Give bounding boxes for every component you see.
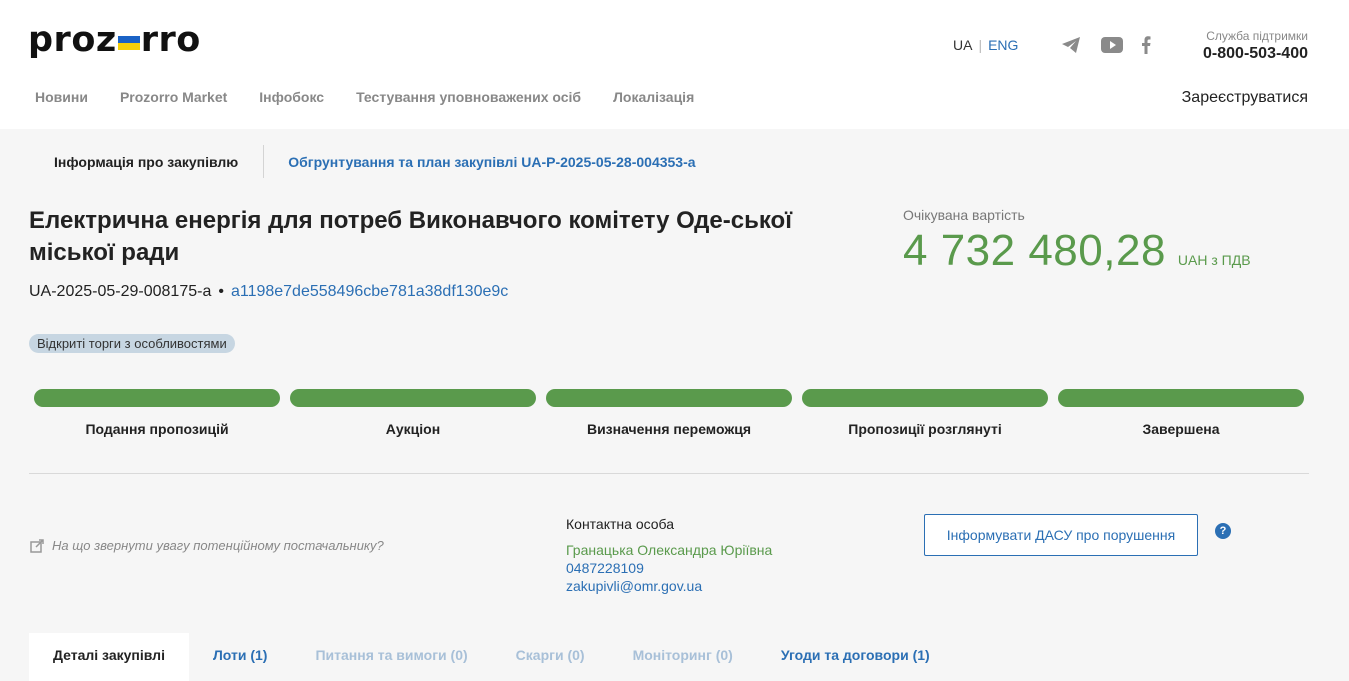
section-divider [29, 473, 1309, 474]
inform-dasu-button[interactable]: Інформувати ДАСУ про порушення [924, 514, 1198, 556]
facebook-icon[interactable] [1141, 34, 1151, 56]
support-block: Служба підтримки 0-800-503-400 [1203, 29, 1308, 63]
ukraine-flag-icon [117, 36, 140, 50]
nav-item-testing[interactable]: Тестування уповноважених осіб [356, 89, 581, 105]
supplier-hint-text: На що звернути увагу потенційному постач… [52, 538, 384, 553]
tender-detail-tabs: Деталі закупівлі Лоти (1) Питання та вим… [29, 633, 954, 681]
tab-complaints[interactable]: Скарги (0) [492, 633, 609, 681]
site-header: proz rro UA | ENG Служба підтримки 0-800… [0, 0, 1349, 129]
step-label: Пропозиції розглянуті [848, 421, 1002, 437]
youtube-icon[interactable] [1101, 34, 1123, 56]
step-auction: Аукціон [290, 389, 536, 437]
step-label: Аукціон [385, 421, 441, 437]
tab-questions[interactable]: Питання та вимоги (0) [291, 633, 491, 681]
logo-text-right: rro [140, 20, 201, 60]
step-label: Визначення переможця [586, 421, 752, 437]
step-bar [290, 389, 536, 407]
nav-item-news[interactable]: Новини [35, 89, 88, 105]
lang-separator: | [978, 37, 983, 53]
tab-contracts[interactable]: Угоди та договори (1) [757, 633, 954, 681]
support-phone[interactable]: 0-800-503-400 [1203, 45, 1308, 63]
expected-unit: UAH з ПДВ [1177, 252, 1251, 268]
nav-item-market[interactable]: Prozorro Market [120, 89, 227, 105]
step-bar [34, 389, 280, 407]
procedure-badge: Відкриті торги з особливостями [29, 334, 235, 353]
tab-details[interactable]: Деталі закупівлі [29, 633, 189, 681]
lang-eng[interactable]: ENG [988, 37, 1018, 53]
supplier-hint-link[interactable]: На що звернути увагу потенційному постач… [30, 538, 384, 553]
tab-monitoring[interactable]: Моніторинг (0) [609, 633, 757, 681]
tender-top-tabs: Інформація про закупівлю Обгрунтування т… [29, 145, 696, 178]
register-link[interactable]: Зареєструватися [1182, 89, 1308, 107]
tab-plan-link[interactable]: Обгрунтування та план закупівлі UA-P-202… [264, 154, 695, 170]
tab-lots[interactable]: Лоти (1) [189, 633, 292, 681]
step-reviewed: Пропозиції розглянуті [802, 389, 1048, 437]
contact-label: Контактна особа [566, 516, 675, 532]
external-link-icon [30, 538, 44, 553]
support-label: Служба підтримки [1206, 29, 1308, 43]
contact-email[interactable]: zakupivli@omr.gov.ua [566, 577, 772, 595]
tender-hash-link[interactable]: a1198e7de558496cbe781a38df130e9c [231, 283, 508, 301]
nav-item-localization[interactable]: Локалізація [613, 89, 694, 105]
step-winner: Визначення переможця [546, 389, 792, 437]
contact-block: Контактна особа Гранацька Олександра Юрі… [566, 516, 772, 595]
step-bar [546, 389, 792, 407]
logo-text-left: proz [28, 20, 117, 60]
tender-id: UA-2025-05-29-008175-a [29, 283, 212, 300]
tender-ids: UA-2025-05-29-008175-a • a1198e7de558496… [29, 283, 508, 301]
step-bar [1058, 389, 1304, 407]
step-bar [802, 389, 1048, 407]
expected-value-block: Очікувана вартість 4 732 480,28 UAH з ПД… [903, 207, 1251, 276]
expected-value: 4 732 480,28 [903, 226, 1166, 275]
step-complete: Завершена [1058, 389, 1304, 437]
nav-item-infobox[interactable]: Інфобокс [259, 89, 324, 105]
step-submission: Подання пропозицій [34, 389, 280, 437]
language-switcher: UA | ENG [953, 37, 1018, 53]
help-icon[interactable]: ? [1215, 523, 1231, 539]
tender-progress: Подання пропозицій Аукціон Визначення пе… [34, 389, 1304, 437]
contact-name: Гранацька Олександра Юріївна [566, 542, 773, 558]
step-label: Завершена [1142, 421, 1220, 437]
tender-title: Електрична енергія для потреб Виконавчог… [29, 207, 792, 266]
main-nav: Новини Prozorro Market Інфобокс Тестуван… [35, 89, 726, 105]
id-separator: • [218, 283, 224, 300]
prozorro-logo[interactable]: proz rro [28, 20, 201, 60]
step-label: Подання пропозицій [85, 421, 229, 437]
expected-amount: 4 732 480,28 UAH з ПДВ [903, 226, 1251, 276]
expected-value-label: Очікувана вартість [903, 207, 1025, 223]
lang-ua[interactable]: UA [953, 37, 972, 53]
telegram-icon[interactable] [1061, 34, 1081, 56]
tab-procurement-info[interactable]: Інформація про закупівлю [29, 154, 263, 170]
contact-phone[interactable]: 0487228109 [566, 559, 772, 577]
